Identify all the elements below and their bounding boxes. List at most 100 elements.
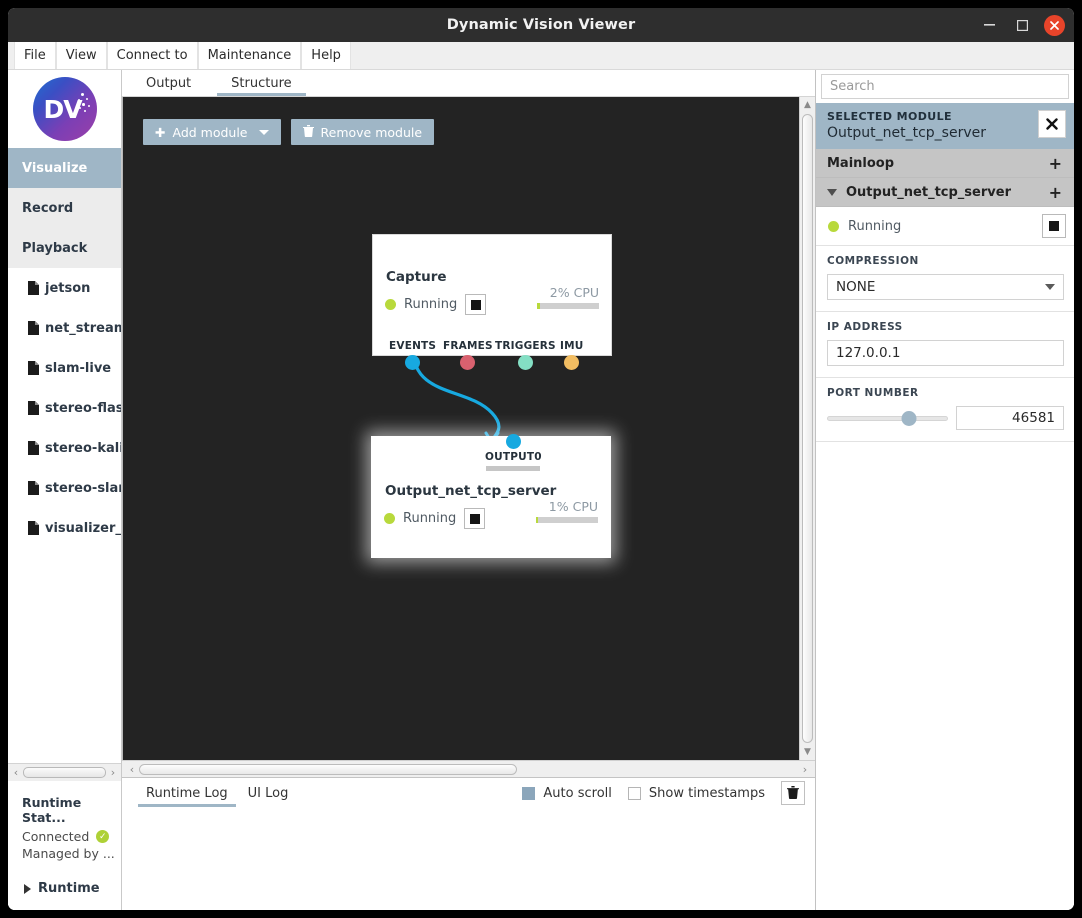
canvas-row: ✚ Add module Remove module xyxy=(122,97,815,760)
list-item[interactable]: stereo-flasht xyxy=(8,388,121,428)
list-item[interactable]: stereo-slam xyxy=(8,468,121,508)
tab-output[interactable]: Output xyxy=(126,70,211,96)
structure-canvas[interactable]: ✚ Add module Remove module xyxy=(122,97,799,760)
compression-select[interactable]: NONE xyxy=(827,274,1064,300)
runtime-expander[interactable]: Runtime xyxy=(8,873,121,910)
canvas-horizontal-scrollbar[interactable]: ‹ › xyxy=(122,760,815,777)
clear-selection-button[interactable] xyxy=(1038,110,1066,138)
tab-ui-log[interactable]: UI Log xyxy=(238,779,299,807)
scroll-right-icon[interactable]: › xyxy=(107,766,119,779)
list-item[interactable]: visualizer_tes xyxy=(8,508,121,548)
scrollbar-thumb[interactable] xyxy=(802,114,813,743)
scroll-down-icon[interactable]: ▼ xyxy=(801,745,814,759)
list-item-label: visualizer_tes xyxy=(45,521,122,536)
log-tools: Auto scroll Show timestamps xyxy=(522,778,805,808)
show-timestamps-checkbox[interactable]: Show timestamps xyxy=(628,786,765,801)
property-label: COMPRESSION xyxy=(827,255,1064,267)
plus-icon: ✚ xyxy=(155,125,165,140)
port-dot-icon[interactable] xyxy=(460,355,475,370)
add-module-button[interactable]: ✚ Add module xyxy=(143,119,281,145)
log-output[interactable] xyxy=(122,808,815,910)
node-status-row: Running xyxy=(385,294,486,315)
port-events[interactable]: EVENTS xyxy=(389,340,436,370)
node-status-label: Running xyxy=(404,297,457,312)
close-button[interactable] xyxy=(1044,15,1065,36)
maximize-button[interactable] xyxy=(1011,14,1033,36)
menu-view[interactable]: View xyxy=(56,42,107,69)
node-status-label: Running xyxy=(403,511,456,526)
connection-layer xyxy=(123,97,799,760)
slider-track xyxy=(827,416,948,421)
sidebar-horizontal-scrollbar[interactable]: ‹ › xyxy=(8,763,121,781)
minimize-button[interactable] xyxy=(978,14,1000,36)
list-item-label: slam-live xyxy=(45,361,111,376)
port-number-slider[interactable] xyxy=(827,407,948,429)
search-input[interactable] xyxy=(821,74,1069,99)
menu-file[interactable]: File xyxy=(14,42,56,69)
module-status-row: Running xyxy=(816,207,1074,246)
tab-structure[interactable]: Structure xyxy=(211,70,311,96)
group-label: Output_net_tcp_server xyxy=(846,185,1011,200)
ip-address-input[interactable]: 127.0.0.1 xyxy=(827,340,1064,366)
file-icon xyxy=(28,361,39,375)
port-dot-icon[interactable] xyxy=(506,434,521,449)
scrollbar-thumb[interactable] xyxy=(139,764,517,775)
runtime-connected-row: Connected ✓ xyxy=(22,829,121,844)
stop-square-icon xyxy=(471,300,481,310)
cpu-label: 1% CPU xyxy=(536,499,598,514)
remove-module-button[interactable]: Remove module xyxy=(291,119,435,145)
sidebar-item-visualize[interactable]: Visualize xyxy=(8,148,121,188)
auto-scroll-checkbox[interactable]: Auto scroll xyxy=(522,786,611,801)
stop-button[interactable] xyxy=(464,508,485,529)
sparkle-dot xyxy=(81,93,84,96)
input-port-output0[interactable]: OUTPUT0 xyxy=(485,434,542,471)
port-dot-icon[interactable] xyxy=(564,355,579,370)
port-bar xyxy=(486,466,540,471)
group-header-output-net-tcp-server[interactable]: Output_net_tcp_server + xyxy=(816,178,1074,207)
add-module-label: Add module xyxy=(172,125,247,140)
stop-button[interactable] xyxy=(465,294,486,315)
group-header-mainloop[interactable]: Mainloop + xyxy=(816,149,1074,178)
stop-module-button[interactable] xyxy=(1042,214,1066,238)
module-node-capture[interactable]: Capture Running 2% CPU xyxy=(372,234,612,356)
file-icon xyxy=(28,441,39,455)
sidebar-item-label: Playback xyxy=(22,241,87,256)
add-icon[interactable]: + xyxy=(1049,154,1062,173)
port-frames[interactable]: FRAMES xyxy=(443,340,493,370)
menu-connect-to[interactable]: Connect to xyxy=(107,42,198,69)
sidebar-item-record[interactable]: Record xyxy=(8,188,121,228)
logo-text: DV xyxy=(43,95,81,124)
sparkle-dot xyxy=(79,107,81,109)
chevron-down-icon xyxy=(827,189,837,196)
center-column: Output Structure ✚ Add module xyxy=(122,70,815,910)
scroll-left-icon[interactable]: ‹ xyxy=(125,763,139,776)
scroll-left-icon[interactable]: ‹ xyxy=(10,766,22,779)
window-title: Dynamic Vision Viewer xyxy=(447,17,635,33)
list-item[interactable]: jetson xyxy=(8,268,121,308)
logo-container: DV xyxy=(8,70,121,148)
menu-help[interactable]: Help xyxy=(301,42,351,69)
scrollbar-thumb[interactable] xyxy=(23,767,106,778)
list-item[interactable]: stereo-kalibr xyxy=(8,428,121,468)
port-dot-icon[interactable] xyxy=(518,355,533,370)
tab-runtime-log[interactable]: Runtime Log xyxy=(136,779,238,807)
scroll-right-icon[interactable]: › xyxy=(798,763,812,776)
port-triggers[interactable]: TRIGGERS xyxy=(495,340,556,370)
sidebar-item-playback[interactable]: Playback xyxy=(8,228,121,268)
slider-knob[interactable] xyxy=(902,411,917,426)
list-item[interactable]: net_streamin xyxy=(8,308,121,348)
group-label: Mainloop xyxy=(827,156,894,171)
list-item[interactable]: slam-live xyxy=(8,348,121,388)
port-number-input[interactable]: 46581 xyxy=(956,406,1064,430)
selected-module-value: Output_net_tcp_server xyxy=(827,125,986,141)
sidebar-item-label: Visualize xyxy=(22,161,87,176)
checkbox-icon[interactable] xyxy=(522,787,535,800)
canvas-vertical-scrollbar[interactable]: ▲ ▼ xyxy=(799,97,815,760)
checkbox-icon[interactable] xyxy=(628,787,641,800)
port-dot-icon[interactable] xyxy=(405,355,420,370)
port-imu[interactable]: IMU xyxy=(560,340,583,370)
add-icon[interactable]: + xyxy=(1049,183,1062,202)
scroll-up-icon[interactable]: ▲ xyxy=(801,98,814,112)
clear-log-button[interactable] xyxy=(781,781,805,805)
menu-maintenance[interactable]: Maintenance xyxy=(198,42,302,69)
